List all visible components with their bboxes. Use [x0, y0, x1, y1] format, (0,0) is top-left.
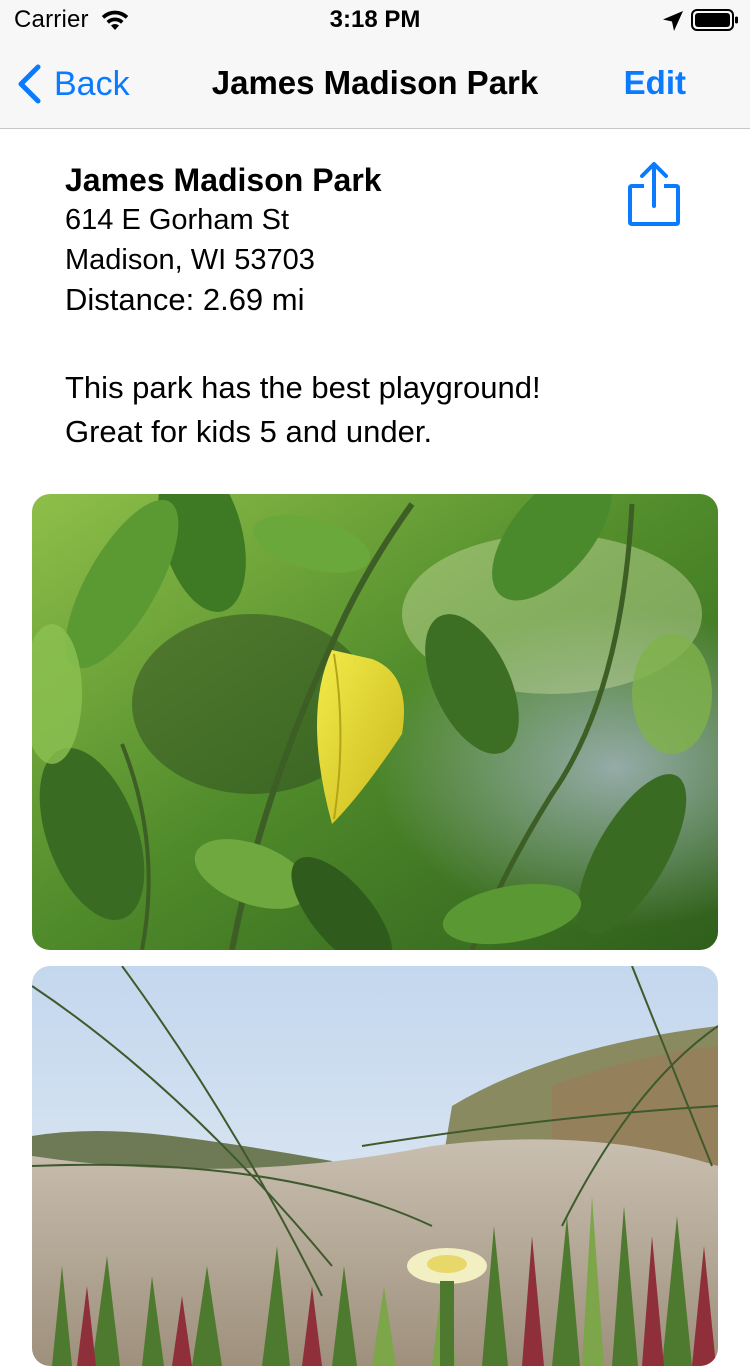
address-line-1: 614 E Gorham St — [65, 204, 290, 236]
location-arrow-icon — [663, 11, 683, 31]
park-photo-dunes[interactable] — [32, 966, 718, 1366]
status-bar: Carrier 3:18 PM — [0, 0, 750, 40]
edit-button[interactable]: Edit — [624, 64, 686, 102]
description-line-1: This park has the best playground! — [65, 370, 541, 405]
address-line-2: Madison, WI 53703 — [65, 244, 315, 276]
park-info: James Madison Park 614 E Gorham St Madis… — [65, 160, 382, 320]
status-time: 3:18 PM — [329, 6, 421, 33]
description-line-2: Great for kids 5 and under. — [65, 414, 433, 449]
navigation-bar: Back James Madison Park Edit — [0, 40, 750, 129]
park-description: This park has the best playground! Great… — [65, 366, 705, 454]
battery-icon — [691, 9, 738, 31]
park-name: James Madison Park — [65, 162, 382, 198]
distance-label: Distance: 2.69 mi — [65, 282, 305, 317]
share-icon[interactable] — [622, 160, 686, 232]
park-photo-leaves[interactable] — [32, 494, 718, 950]
